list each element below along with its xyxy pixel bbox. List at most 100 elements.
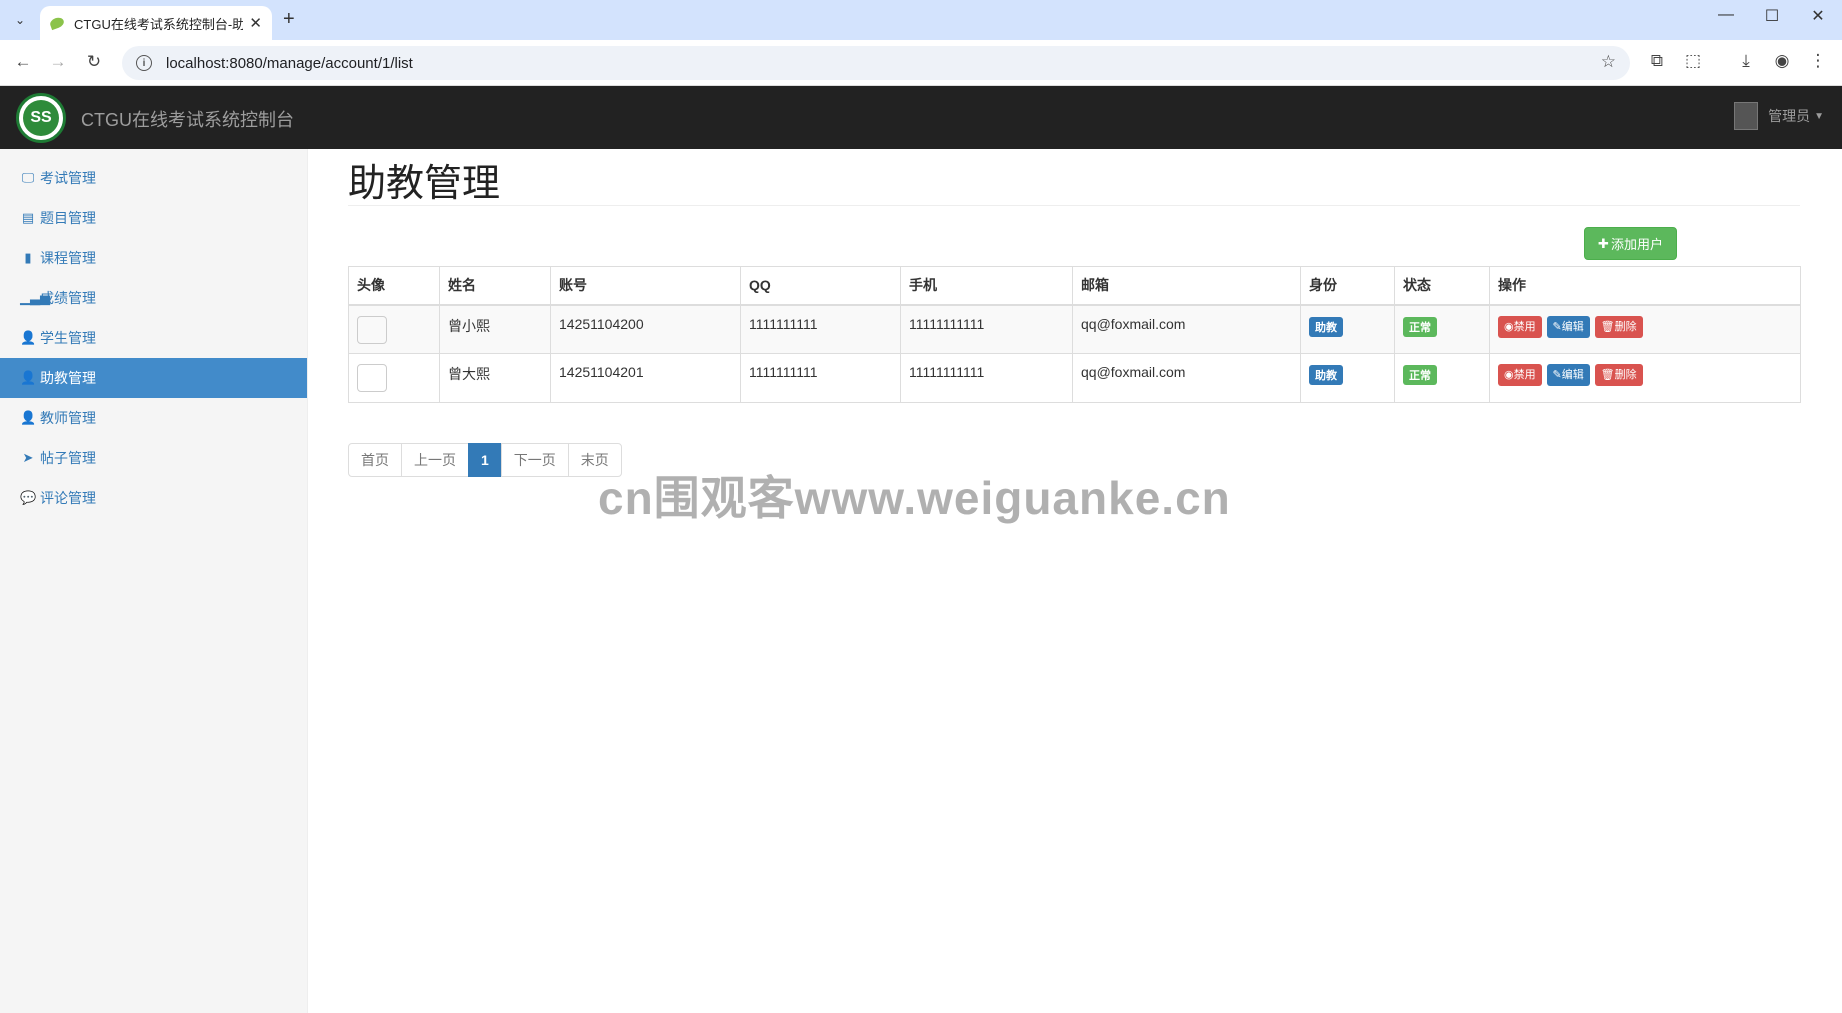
crop-icon[interactable]: ⧉	[1645, 51, 1669, 71]
col-phone: 手机	[900, 266, 1073, 306]
sidebar-item-teacher[interactable]: 👤 教师管理	[0, 398, 307, 438]
extensions-icon[interactable]: ⬚	[1681, 51, 1705, 71]
sidebar-item-label: 考试管理	[40, 170, 96, 186]
phone-cell: 11111111111	[900, 353, 1073, 403]
role-cell: 助教	[1300, 353, 1395, 403]
disable-label: 禁用	[1513, 369, 1536, 381]
sidebar-item-question[interactable]: ▤ 题目管理	[0, 198, 307, 238]
name-cell: 曾大熙	[439, 353, 551, 403]
user-avatar-image	[357, 364, 387, 392]
status-badge: 正常	[1403, 365, 1437, 385]
disable-label: 禁用	[1513, 320, 1536, 333]
disable-button[interactable]: ◉禁用	[1498, 315, 1542, 338]
edit-icon: ✎	[1552, 369, 1562, 381]
new-tab-icon[interactable]: +	[283, 8, 295, 31]
delete-button[interactable]: 🗑删除	[1594, 364, 1643, 386]
delete-button[interactable]: 🗑删除	[1594, 315, 1643, 338]
user-icon: 👤	[20, 370, 37, 385]
col-status: 状态	[1394, 266, 1490, 306]
browser-tab[interactable]: CTGU在线考试系统控制台-助教 ✕	[40, 6, 272, 40]
edit-label: 编辑	[1561, 369, 1584, 381]
site-info-icon[interactable]: i	[136, 55, 152, 71]
browser-tab-bar: ⌄ CTGU在线考试系统控制台-助教 ✕ + — ☐ ✕	[0, 0, 1842, 40]
avatar	[1734, 102, 1759, 130]
qq-cell: 1111111111	[740, 304, 901, 354]
edit-button[interactable]: ✎编辑	[1546, 364, 1590, 386]
minimize-icon[interactable]: —	[1706, 6, 1746, 24]
sidebar-item-ta[interactable]: 👤 助教管理	[0, 358, 307, 398]
page-current[interactable]: 1	[468, 443, 502, 477]
title-divider	[348, 205, 1800, 206]
page-title: 助教管理	[348, 163, 501, 205]
address-bar[interactable]: i localhost:8080/manage/account/1/list ☆	[122, 46, 1630, 80]
school-logo[interactable]: SS	[16, 93, 66, 143]
col-account: 账号	[550, 266, 741, 306]
back-icon[interactable]: ←	[11, 52, 35, 72]
phone-cell: 11111111111	[900, 304, 1073, 354]
sidebar-item-course[interactable]: ▮ 课程管理	[0, 238, 307, 278]
tab-title: CTGU在线考试系统控制台-助教	[74, 16, 244, 32]
table-header-row: 头像 姓名 账号 QQ 手机 邮箱 身份 状态 操作	[348, 266, 1801, 306]
user-name: 管理员	[1768, 108, 1811, 124]
edit-icon: ✎	[1552, 320, 1562, 333]
trash-icon: 🗑	[1600, 320, 1615, 333]
window-close-icon[interactable]: ✕	[1798, 6, 1838, 26]
sidebar-item-label: 教师管理	[40, 410, 96, 426]
sidebar-item-label: 课程管理	[40, 250, 96, 266]
edit-button[interactable]: ✎编辑	[1546, 315, 1590, 338]
avatar-cell	[348, 353, 440, 403]
ta-table: 头像 姓名 账号 QQ 手机 邮箱 身份 状态 操作 曾小熙 142511042…	[348, 266, 1801, 403]
add-user-label: 添加用户	[1610, 237, 1663, 252]
account-cell: 14251104200	[550, 304, 741, 354]
forward-icon[interactable]: →	[46, 52, 70, 72]
add-user-button[interactable]: ✚ 添加用户	[1584, 227, 1677, 260]
page-next[interactable]: 下一页	[500, 443, 569, 477]
more-menu-icon[interactable]: ⋮	[1806, 51, 1830, 71]
logo-mark: SS	[23, 100, 59, 136]
col-qq: QQ	[740, 266, 901, 306]
status-badge: 正常	[1403, 316, 1437, 337]
sidebar-item-grade[interactable]: ▁▃▅ 成绩管理	[0, 278, 307, 318]
tab-search-icon[interactable]: ⌄	[8, 8, 32, 32]
sidebar-item-post[interactable]: ➤ 帖子管理	[0, 438, 307, 478]
reload-icon[interactable]: ↻	[82, 52, 106, 72]
profile-icon[interactable]: ◉	[1770, 51, 1794, 71]
bookmark-star-icon[interactable]: ☆	[1601, 52, 1616, 72]
sidebar-item-student[interactable]: 👤 学生管理	[0, 318, 307, 358]
user-icon: 👤	[20, 410, 37, 425]
monitor-icon: 🖵	[21, 170, 35, 185]
user-icon: 👤	[20, 330, 37, 345]
role-badge: 助教	[1309, 365, 1343, 385]
sidebar-item-label: 学生管理	[40, 330, 96, 346]
eye-slash-icon: ◉	[1504, 320, 1514, 333]
disable-button[interactable]: ◉禁用	[1498, 364, 1542, 386]
page-prev[interactable]: 上一页	[401, 443, 469, 477]
tab-close-icon[interactable]: ✕	[249, 14, 262, 32]
table-row: 曾小熙 14251104200 1111111111 11111111111 q…	[348, 304, 1801, 354]
eye-slash-icon: ◉	[1504, 369, 1514, 381]
signal-icon: ▁▃▅	[20, 290, 50, 305]
trash-icon: 🗑	[1600, 369, 1615, 381]
col-name: 姓名	[439, 266, 551, 306]
url-text: localhost:8080/manage/account/1/list	[166, 54, 413, 72]
email-cell: qq@foxmail.com	[1072, 304, 1301, 354]
brand-title[interactable]: CTGU在线考试系统控制台	[81, 106, 294, 132]
delete-label: 删除	[1614, 369, 1637, 381]
role-badge: 助教	[1309, 316, 1343, 337]
delete-label: 删除	[1614, 320, 1637, 333]
watermark: cn围观客www.weiguanke.cn	[598, 472, 1231, 524]
col-role: 身份	[1300, 266, 1395, 306]
col-actions: 操作	[1489, 266, 1801, 306]
avatar-cell	[348, 304, 440, 354]
send-icon: ➤	[22, 450, 34, 465]
qq-cell: 1111111111	[740, 353, 901, 403]
status-cell: 正常	[1394, 353, 1490, 403]
page-first[interactable]: 首页	[348, 443, 402, 477]
maximize-icon[interactable]: ☐	[1752, 6, 1792, 26]
sidebar-item-label: 帖子管理	[40, 450, 96, 466]
sidebar-item-label: 助教管理	[40, 370, 96, 386]
download-icon[interactable]: ⤓	[1734, 51, 1758, 71]
sidebar-item-comment[interactable]: 💬 评论管理	[0, 478, 307, 518]
user-menu[interactable]: 管理员 ▼	[1734, 102, 1824, 130]
sidebar-item-exam[interactable]: 🖵 考试管理	[0, 158, 307, 198]
